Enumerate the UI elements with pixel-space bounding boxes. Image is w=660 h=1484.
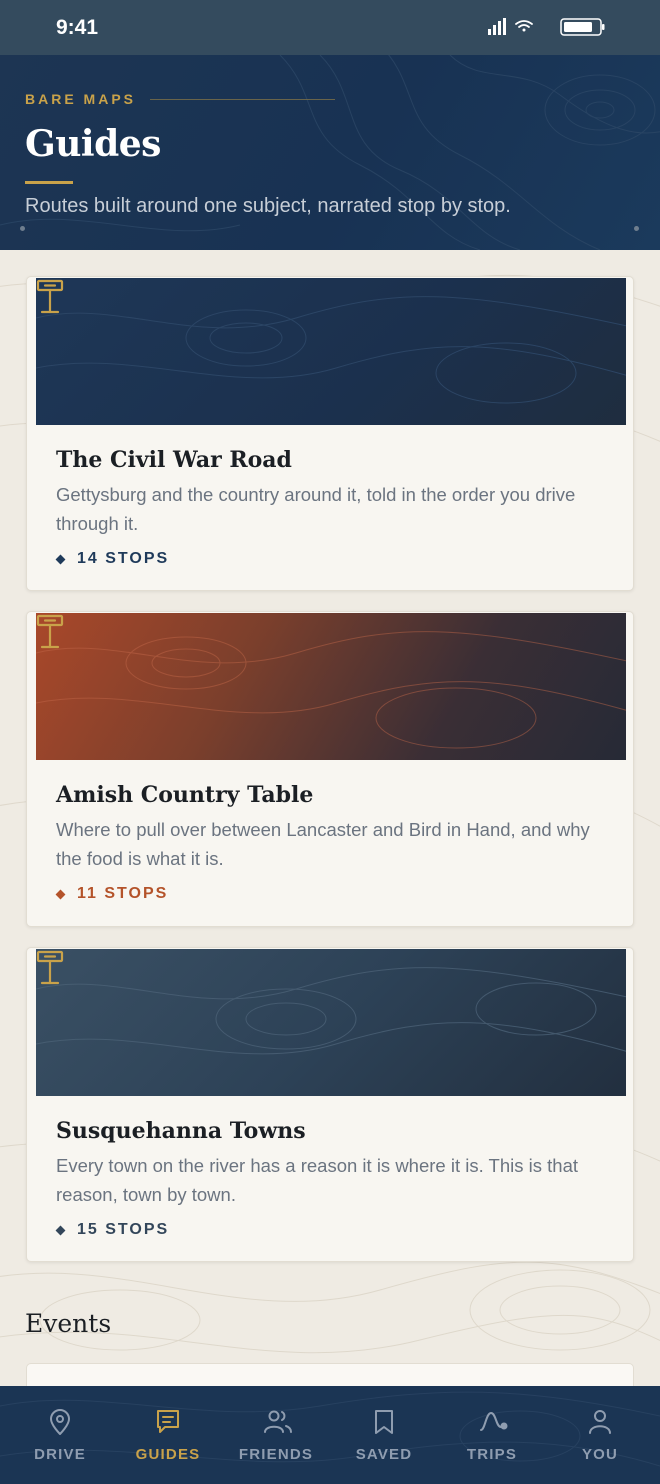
tab-label: SAVED: [355, 1446, 413, 1463]
friends-icon: [264, 1410, 292, 1433]
tab-saved[interactable]: SAVED: [329, 1386, 439, 1484]
guide-hero-image: [36, 613, 626, 760]
guide-stop-count: 15 STOPS: [55, 1221, 170, 1239]
guide-stop-count: 14 STOPS: [55, 550, 170, 568]
signpost-icon: [36, 279, 64, 314]
tab-trips[interactable]: TRIPS: [437, 1386, 547, 1484]
guide-stops-label: 15 STOPS: [77, 1221, 170, 1238]
guide-stop-count: 11 STOPS: [55, 885, 169, 903]
route-icon: [480, 1411, 508, 1431]
diamond-icon: [55, 889, 66, 899]
corner-dot: [20, 226, 25, 231]
tab-guides[interactable]: GUIDES: [113, 1386, 223, 1484]
brand-divider: [150, 98, 336, 100]
guide-description: Every town on the river has a reason it …: [56, 1155, 578, 1205]
guide-hero-image: [36, 949, 626, 1096]
map-pin-icon: [50, 1409, 70, 1435]
brand-row: BARE MAPS: [25, 91, 336, 107]
guide-stops-label: 11 STOPS: [77, 885, 169, 902]
signal-icon: [488, 18, 506, 35]
guide-description: Where to pull over between Lancaster and…: [56, 819, 590, 869]
bookmark-icon: [375, 1410, 393, 1434]
status-bar: 9:41: [0, 0, 660, 55]
guide-stops-label: 14 STOPS: [77, 550, 170, 567]
tab-friends[interactable]: FRIENDS: [221, 1386, 331, 1484]
tab-label: FRIENDS: [238, 1446, 314, 1463]
tab-bar: DRIVE GUIDES FRIENDS SAVED TRIPS YOU: [0, 1386, 660, 1484]
guide-card[interactable]: The Civil War Road Gettysburg and the co…: [26, 276, 634, 591]
diamond-icon: [55, 1225, 66, 1235]
diamond-icon: [55, 554, 66, 564]
signpost-icon: [36, 614, 64, 649]
guide-card[interactable]: Amish Country Table Where to pull over b…: [26, 611, 634, 927]
guide-title: Amish Country Table: [56, 782, 314, 808]
guide-icon: [157, 1410, 179, 1433]
guide-title: Susquehanna Towns: [56, 1118, 306, 1144]
wifi-icon: [515, 20, 533, 32]
guide-description: Gettysburg and the country around it, to…: [56, 484, 576, 534]
page-title: Guides: [25, 123, 161, 165]
person-icon: [589, 1410, 611, 1434]
tab-drive[interactable]: DRIVE: [5, 1386, 115, 1484]
page-header: BARE MAPS Guides Routes built around one…: [0, 55, 660, 250]
tab-you[interactable]: YOU: [545, 1386, 655, 1484]
guide-hero-image: [36, 278, 626, 425]
title-underline: [25, 181, 73, 184]
corner-dot: [634, 226, 639, 231]
battery-icon: [560, 18, 605, 36]
status-time: 9:41: [56, 16, 99, 39]
guide-card[interactable]: Susquehanna Towns Every town on the rive…: [26, 947, 634, 1262]
tab-label: TRIPS: [466, 1446, 518, 1463]
tab-label: GUIDES: [135, 1446, 201, 1463]
brand-label: BARE MAPS: [25, 91, 137, 107]
guide-title: The Civil War Road: [56, 447, 292, 473]
status-icons: [488, 17, 608, 37]
signpost-icon: [36, 950, 64, 985]
tab-label: YOU: [581, 1446, 619, 1463]
page-subtitle: Routes built around one subject, narrate…: [25, 195, 511, 217]
tab-label: DRIVE: [34, 1446, 86, 1463]
events-section-title: Events: [25, 1309, 112, 1338]
